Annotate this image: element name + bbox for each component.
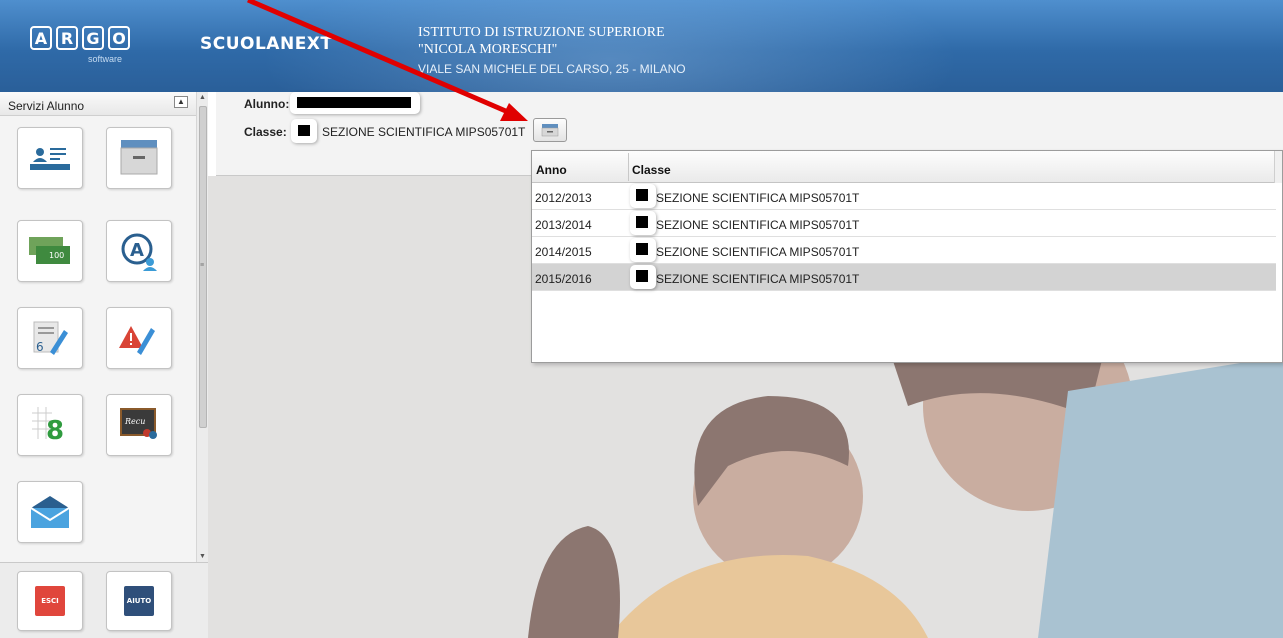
tile-recupero[interactable]: Recu: [106, 394, 172, 456]
row-classe: SEZIONE SCIENTIFICA MIPS05701T: [656, 191, 860, 205]
school-address: VIALE SAN MICHELE DEL CARSO, 25 - MILANO: [418, 62, 686, 76]
tile-bacheca[interactable]: [17, 481, 83, 543]
grade-digit: 6: [36, 340, 44, 354]
table-row[interactable]: 2012/2013 SEZIONE SCIENTIFICA MIPS05701T: [532, 183, 1276, 210]
brand-title: SCUOLANEXT: [200, 34, 333, 54]
classe-label: Classe:: [244, 125, 287, 139]
table-row[interactable]: 2014/2015 SEZIONE SCIENTIFICA MIPS05701T: [532, 237, 1276, 264]
column-anno[interactable]: Anno: [536, 163, 567, 177]
banknotes-icon: 100: [29, 237, 70, 264]
sidebar-footer: ESCI AIUTO: [0, 562, 208, 638]
app-header: A R G O software SCUOLANEXT ISTITUTO DI …: [0, 0, 1283, 92]
school-name-line2: "NICOLA MORESCHI": [418, 42, 558, 57]
scroll-down-icon[interactable]: ▼: [199, 553, 206, 560]
column-classe[interactable]: Classe: [632, 163, 671, 177]
tile-voti-giornalieri[interactable]: 6: [17, 307, 83, 369]
blackboard-icon: Recu: [120, 408, 157, 439]
logo-letter: O: [108, 26, 130, 50]
argo-logo: A R G O: [30, 26, 130, 50]
school-info: ISTITUTO DI ISTRUZIONE SUPERIORE "NICOLA…: [418, 24, 686, 78]
help-label: AIUTO: [124, 586, 154, 616]
row-anno: 2012/2013: [535, 191, 592, 205]
redacted-name: [297, 97, 411, 108]
table-row-selected[interactable]: 2015/2016 SEZIONE SCIENTIFICA MIPS05701T: [532, 264, 1276, 291]
redacted-badge: [630, 184, 656, 208]
redacted-badge: [630, 211, 656, 235]
drawer-icon: [120, 140, 158, 175]
tile-anagrafica[interactable]: [17, 127, 83, 189]
collapse-icon[interactable]: ▲: [174, 96, 188, 108]
row-anno: 2015/2016: [535, 272, 592, 286]
row-classe: SEZIONE SCIENTIFICA MIPS05701T: [656, 245, 860, 259]
blackboard-text: Recu: [124, 417, 145, 426]
help-button[interactable]: AIUTO: [106, 571, 172, 631]
redacted-badge: [630, 265, 656, 289]
grid-header: Anno Classe: [532, 151, 1276, 183]
mail-icon: [30, 496, 70, 528]
tile-voti-scrutinio[interactable]: 8: [17, 394, 83, 456]
warning-edit-icon: [119, 326, 155, 355]
sidebar-scrollbar[interactable]: ▲ ≡ ▼: [196, 92, 208, 562]
tile-archivio[interactable]: [106, 127, 172, 189]
id-card-icon: [30, 148, 70, 170]
sidebar-title: Servizi Alunno: [0, 92, 196, 116]
row-classe: SEZIONE SCIENTIFICA MIPS05701T: [656, 218, 860, 232]
class-picker-button[interactable]: [533, 118, 567, 142]
classe-value: SEZIONE SCIENTIFICA MIPS05701T: [322, 125, 526, 139]
table-row[interactable]: 2013/2014 SEZIONE SCIENTIFICA MIPS05701T: [532, 210, 1276, 237]
grade-edit-icon: 6: [33, 321, 68, 355]
row-anno: 2013/2014: [535, 218, 592, 232]
exit-label: ESCI: [35, 586, 65, 616]
banknote-label: 100: [49, 251, 64, 260]
logo-letter: A: [30, 26, 52, 50]
row-anno: 2014/2015: [535, 245, 592, 259]
redacted-badge: [630, 238, 656, 262]
absence-icon: A: [121, 233, 157, 271]
row-classe: SEZIONE SCIENTIFICA MIPS05701T: [656, 272, 860, 286]
grid-scrollbar[interactable]: [1274, 151, 1282, 183]
sidebar: Servizi Alunno ▲ ▲ ≡ ▼ 100 A 6 8 Recu ES…: [0, 92, 208, 638]
scroll-up-icon[interactable]: ▲: [199, 94, 206, 101]
alunno-field: [290, 92, 420, 114]
grade-grid-icon: 8: [32, 407, 64, 446]
logo-letter: R: [56, 26, 78, 50]
absence-letter: A: [130, 240, 144, 261]
class-history-grid: Anno Classe 2012/2013 SEZIONE SCIENTIFIC…: [531, 150, 1283, 363]
tile-assenze[interactable]: A: [106, 220, 172, 282]
alunno-label: Alunno:: [244, 97, 290, 111]
column-separator: [628, 153, 629, 181]
tile-tasse[interactable]: 100: [17, 220, 83, 282]
tile-note-disciplinari[interactable]: [106, 307, 172, 369]
logo-letter: G: [82, 26, 104, 50]
redacted-class-number: [298, 125, 310, 136]
grade-eight: 8: [46, 416, 64, 446]
exit-button[interactable]: ESCI: [17, 571, 83, 631]
drawer-icon: [541, 124, 559, 137]
school-name-line1: ISTITUTO DI ISTRUZIONE SUPERIORE: [418, 25, 665, 40]
logo-subtitle: software: [88, 54, 123, 64]
grip-icon: ≡: [200, 262, 205, 269]
classe-redacted-box: [291, 119, 317, 143]
